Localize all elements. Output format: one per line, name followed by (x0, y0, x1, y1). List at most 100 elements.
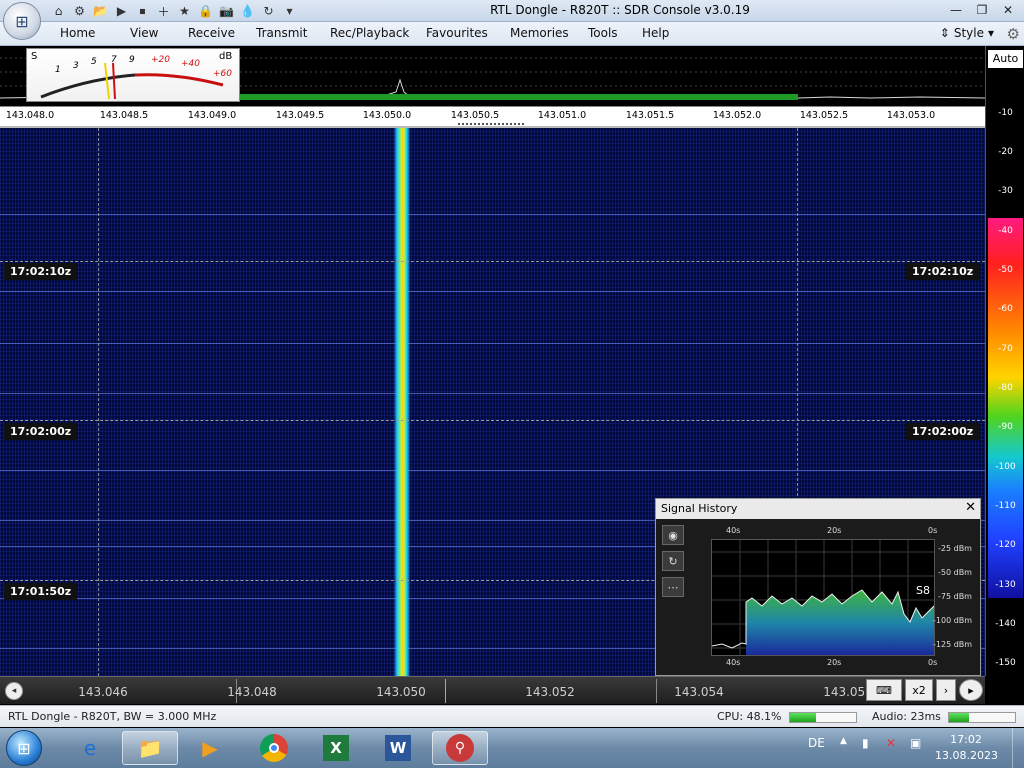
cpu-meter-fill (790, 713, 817, 722)
s-meter: S dB 1 3 5 7 9 +20 +40 +60 (26, 48, 240, 102)
time-grid-line (0, 420, 985, 421)
lock-icon[interactable]: 🔒 (197, 3, 214, 20)
tab-tools[interactable]: Tools (588, 26, 642, 40)
show-desktop-button[interactable] (1012, 728, 1024, 768)
star-icon[interactable]: ★ (176, 3, 193, 20)
play-icon[interactable]: ▶ (113, 3, 130, 20)
timestamp-left: 17:01:50z (4, 583, 78, 600)
frequency-scroller[interactable]: ◂ 143.046 143.048 143.050 143.052 143.05… (0, 676, 985, 704)
style-selector[interactable]: ⇕ Style ▾ (940, 26, 994, 40)
action-center-icon[interactable]: ▣ (910, 736, 921, 750)
freq-tick-label: 143.049.0 (187, 110, 237, 121)
window-controls: — ❐ ✕ (944, 1, 1020, 19)
history-y-tick: -100 dBm (933, 616, 973, 625)
home-icon[interactable]: ⌂ (50, 3, 67, 20)
history-top-tick: 40s (726, 526, 741, 535)
tab-rec-playback[interactable]: Rec/Playback (330, 26, 426, 40)
tab-receive[interactable]: Receive (188, 26, 256, 40)
waterfall-streak (0, 393, 985, 394)
drop-icon[interactable]: 💧 (239, 3, 256, 20)
s-meter-s-label: S (31, 51, 38, 62)
signal-history-panel: Signal History ✕ ◉ ↻ ⋯ 40s 20s 0s S8 -25… (655, 498, 981, 676)
camera-icon[interactable]: 📷 (218, 3, 235, 20)
frequency-ruler[interactable]: 143.048.0 143.048.5 143.049.0 143.049.5 … (0, 106, 985, 128)
media-player-icon[interactable]: ▶ (182, 731, 238, 765)
start-button[interactable]: ⊞ (6, 730, 42, 766)
scroll-right-icon[interactable]: ▸ (959, 679, 983, 701)
db-label: -10 (998, 108, 1013, 118)
db-label: -90 (998, 422, 1013, 432)
minimize-button[interactable]: — (944, 1, 968, 19)
windows-logo-icon: ⊞ (17, 738, 31, 758)
db-scale[interactable]: Auto -10 -20 -30 -40 -50 -60 -70 -80 -90… (985, 46, 1024, 676)
tray-expand-icon[interactable]: ▲ (840, 736, 847, 746)
ribbon-tabs: Home View Receive Transmit Rec/Playback … (60, 26, 692, 40)
window-title: RTL Dongle - R820T :: SDR Console v3.0.1… (490, 3, 750, 17)
spectrum-display[interactable]: S dB 1 3 5 7 9 +20 +40 +60 (0, 46, 985, 106)
db-label: -150 (995, 658, 1016, 668)
sdr-console-window: ⌂ ⚙ 📂 ▶ ⏹ ＋ ★ 🔒 📷 💧 ↻ ▾ RTL Dongle - R82… (0, 0, 1024, 768)
freq-tick-label: 143.050.5 (450, 110, 500, 121)
db-label: -130 (995, 580, 1016, 590)
app-menu-button[interactable]: ⊞ (3, 2, 41, 40)
internet-explorer-icon[interactable]: e (62, 731, 118, 765)
tab-transmit[interactable]: Transmit (256, 26, 330, 40)
tab-help[interactable]: Help (642, 26, 692, 40)
s-meter-tick: 1 (55, 65, 61, 75)
tab-view[interactable]: View (130, 26, 188, 40)
scroll-left-icon[interactable]: ◂ (5, 682, 23, 700)
chrome-icon[interactable] (246, 731, 302, 765)
signal-trace (394, 128, 410, 676)
close-icon[interactable]: ✕ (965, 500, 976, 515)
keyboard-icon[interactable]: ⌨ (866, 679, 902, 701)
auto-button[interactable]: Auto (988, 50, 1023, 68)
ruler-drag-handle[interactable] (458, 123, 524, 126)
reset-icon[interactable]: ↻ (662, 551, 684, 571)
s-meter-tick: 9 (129, 55, 135, 65)
s-meter-tick: +60 (213, 69, 232, 79)
scroller-label: 143.052 (525, 685, 575, 699)
freq-tick-label: 143.048.0 (5, 110, 55, 121)
taskbar: ⊞ e 📁 ▶ X W ⚲ DE ▲ ▮ ✕ ▣ 17:02 13.08.202… (0, 728, 1024, 768)
record-icon[interactable]: ◉ (662, 525, 684, 545)
freq-tick-label: 143.048.5 (99, 110, 149, 121)
maximize-button[interactable]: ❐ (970, 1, 994, 19)
tab-home[interactable]: Home (60, 26, 130, 40)
title-bar: ⌂ ⚙ 📂 ▶ ⏹ ＋ ★ 🔒 📷 💧 ↻ ▾ RTL Dongle - R82… (0, 0, 1024, 22)
style-label: Style (953, 26, 984, 40)
language-indicator[interactable]: DE (808, 736, 825, 750)
more-icon[interactable]: ⋯ (662, 577, 684, 597)
dropdown-icon[interactable]: ▾ (281, 3, 298, 20)
excel-icon[interactable]: X (308, 731, 364, 765)
volume-muted-icon[interactable]: ✕ (886, 736, 896, 750)
history-y-tick: -50 dBm (938, 568, 972, 577)
signal-history-plot: S8 (711, 539, 935, 656)
s-meter-db-label: dB (219, 51, 233, 62)
system-clock[interactable]: 17:02 13.08.2023 (935, 732, 998, 764)
add-icon[interactable]: ＋ (155, 3, 172, 20)
close-button[interactable]: ✕ (996, 1, 1020, 19)
word-icon[interactable]: W (370, 731, 426, 765)
tab-memories[interactable]: Memories (510, 26, 588, 40)
scroller-divider (656, 679, 657, 703)
audio-status: Audio: 23ms (872, 710, 941, 723)
folder-icon[interactable]: 📂 (92, 3, 109, 20)
sdr-console-icon[interactable]: ⚲ (432, 731, 488, 765)
tab-favourites[interactable]: Favourites (426, 26, 510, 40)
refresh-icon[interactable]: ↻ (260, 3, 277, 20)
s-meter-tick: 5 (91, 57, 97, 67)
scroller-label: 143.054 (674, 685, 724, 699)
settings-icon[interactable]: ⚙ (71, 3, 88, 20)
freq-tick-label: 143.051.5 (625, 110, 675, 121)
device-status: RTL Dongle - R820T, BW = 3.000 MHz (8, 710, 217, 723)
db-label: -100 (995, 462, 1016, 472)
scroller-controls: ⌨ x2 › ▸ (866, 679, 985, 703)
gear-icon[interactable]: ⚙ (1007, 25, 1020, 43)
zoom-selector[interactable]: x2 (905, 679, 933, 701)
stop-icon[interactable]: ⏹ (134, 3, 151, 20)
db-label: -140 (995, 619, 1016, 629)
zoom-next-icon[interactable]: › (936, 679, 956, 701)
file-explorer-icon[interactable]: 📁 (122, 731, 178, 765)
history-y-tick: -75 dBm (938, 592, 972, 601)
network-icon[interactable]: ▮ (862, 736, 869, 750)
